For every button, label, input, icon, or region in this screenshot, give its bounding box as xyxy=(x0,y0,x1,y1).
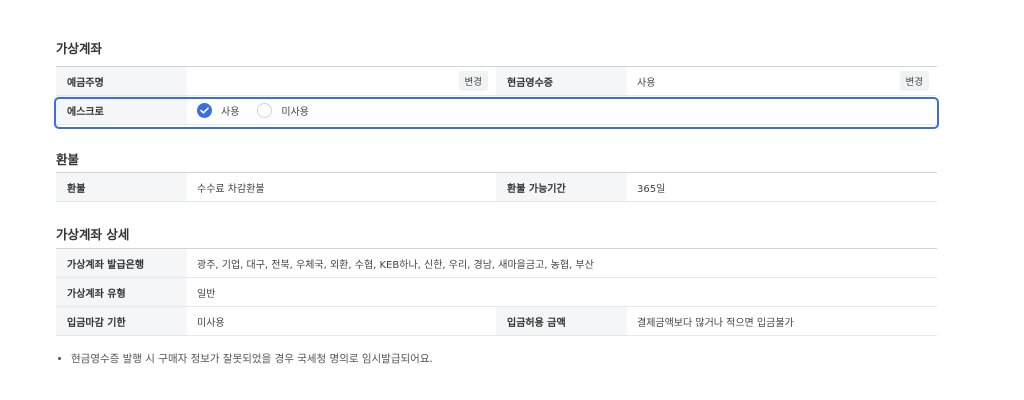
cash-receipt-value-cell: 사용 변경 xyxy=(627,67,937,95)
escrow-options: 사용 미사용 xyxy=(187,96,937,124)
refund-period-value: 365일 xyxy=(637,183,666,195)
amount-label: 입금허용 금액 xyxy=(496,307,627,335)
radio-empty-icon xyxy=(257,102,273,118)
table-row: 입금마감 기한 미사용 입금허용 금액 결제금액보다 많거나 적으면 입금불가 xyxy=(56,307,937,336)
amount-half: 입금허용 금액 결제금액보다 많거나 적으면 입금불가 xyxy=(496,307,937,335)
check-icon xyxy=(197,102,212,118)
notice-text: 현금영수증 발행 시 구매자 정보가 잘못되었을 경우 국세청 명의로 임시발급… xyxy=(71,353,433,365)
refund-label: 환불 xyxy=(56,173,187,201)
escrow-radio-use[interactable]: 사용 xyxy=(197,102,240,118)
table-row: 가상계좌 유형 일반 xyxy=(56,278,937,307)
cash-receipt-label: 현금영수증 xyxy=(496,67,627,95)
escrow-label: 에스크로 xyxy=(56,96,187,124)
table-row: 가상계좌 발급은행 광주, 기업, 대구, 전북, 우체국, 외환, 수협, K… xyxy=(56,249,937,278)
table-row: 환불 수수료 차감환불 환불 가능기간 365일 xyxy=(56,173,937,202)
table-row: 예금주명 변경 현금영수증 사용 변경 xyxy=(56,67,937,96)
escrow-unused-label: 미사용 xyxy=(281,106,310,118)
amount-value: 결제금액보다 많거나 적으면 입금불가 xyxy=(637,317,794,329)
escrow-use-label: 사용 xyxy=(221,106,240,118)
change-cash-receipt-button[interactable]: 변경 xyxy=(899,71,929,91)
account-type-value: 일반 xyxy=(197,288,216,300)
refund-table: 환불 수수료 차감환불 환불 가능기간 365일 xyxy=(56,172,937,202)
cash-receipt-value: 사용 xyxy=(637,77,656,89)
section-title-detail: 가상계좌 상세 xyxy=(56,227,130,242)
banks-label: 가상계좌 발급은행 xyxy=(56,249,187,277)
change-depositor-button[interactable]: 변경 xyxy=(458,71,488,91)
bullet-icon xyxy=(58,357,61,360)
depositor-value-cell: 변경 xyxy=(187,67,496,95)
refund-value: 수수료 차감환불 xyxy=(197,183,265,195)
virtual-account-table: 예금주명 변경 현금영수증 사용 변경 에스크로 사용 미사용 xyxy=(56,66,937,125)
deadline-half: 입금마감 기한 미사용 xyxy=(56,307,496,335)
cash-receipt-half: 현금영수증 사용 변경 xyxy=(496,67,937,95)
escrow-radio-unused[interactable]: 미사용 xyxy=(257,102,310,118)
deadline-value: 미사용 xyxy=(197,317,225,329)
account-type-label: 가상계좌 유형 xyxy=(56,278,187,306)
deadline-label: 입금마감 기한 xyxy=(56,307,187,335)
depositor-half: 예금주명 변경 xyxy=(56,67,496,95)
refund-period-label: 환불 가능기간 xyxy=(496,173,627,201)
notice-text-row: 현금영수증 발행 시 구매자 정보가 잘못되었을 경우 국세청 명의로 임시발급… xyxy=(56,351,433,366)
refund-period-half: 환불 가능기간 365일 xyxy=(496,173,937,201)
detail-table: 가상계좌 발급은행 광주, 기업, 대구, 전북, 우체국, 외환, 수협, K… xyxy=(56,248,937,336)
section-title-virtual-account: 가상계좌 xyxy=(56,41,103,56)
refund-half: 환불 수수료 차감환불 xyxy=(56,173,496,201)
depositor-label: 예금주명 xyxy=(56,67,187,95)
banks-value: 광주, 기업, 대구, 전북, 우체국, 외환, 수협, KEB하나, 신한, … xyxy=(197,259,594,271)
section-title-refund: 환불 xyxy=(56,152,80,167)
table-row-escrow: 에스크로 사용 미사용 xyxy=(56,96,937,125)
